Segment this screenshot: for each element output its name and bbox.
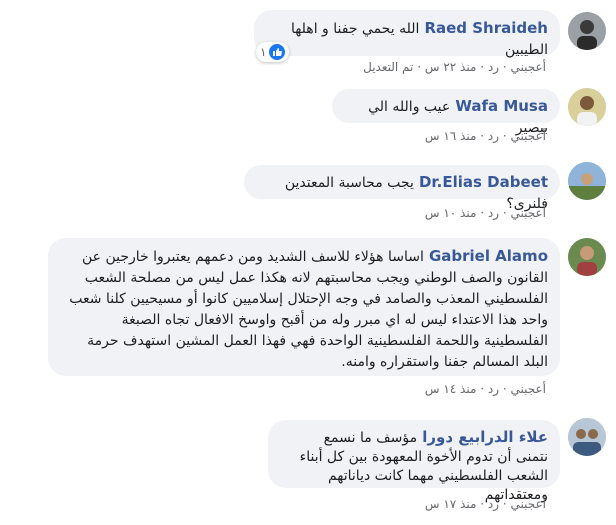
comment-meta: أعجبني · رد · منذ ١٠ س: [424, 206, 546, 220]
avatar[interactable]: [568, 12, 606, 50]
comment-meta: أعجبني · رد · منذ ٢٢ س · تم التعديل: [363, 60, 546, 74]
comment-meta: أعجبني · رد · منذ ١٦ س: [424, 129, 546, 143]
timestamp[interactable]: منذ ١٦ س: [425, 129, 477, 143]
reaction-badge[interactable]: ١: [256, 42, 290, 62]
reaction-count: ١: [260, 45, 267, 59]
comment-bubble: علاء الدرابيع دورا مؤسف ما نسمع نتمنى أن…: [268, 420, 560, 503]
timestamp[interactable]: منذ ١٤ س: [425, 382, 477, 396]
comment-meta: أعجبني · رد · منذ ١٧ س: [424, 497, 546, 511]
avatar[interactable]: [568, 418, 606, 456]
comment-author[interactable]: Wafa Musa: [455, 97, 548, 115]
avatar[interactable]: [568, 238, 606, 276]
reply-link[interactable]: رد: [488, 129, 499, 143]
timestamp[interactable]: منذ ٢٢ س: [425, 60, 477, 74]
avatar[interactable]: [568, 88, 606, 126]
comment-bubble: Raed Shraideh الله يحمي جفنا و اهلها الط…: [254, 10, 560, 58]
comment-meta: أعجبني · رد · منذ ١٤ س: [424, 382, 546, 396]
comment-author[interactable]: علاء الدرابيع دورا: [422, 428, 548, 446]
comment-bubble: Wafa Musa عيب والله الي بيصير: [332, 89, 560, 136]
comment-author[interactable]: Dr.Elias Dabeet: [419, 173, 548, 191]
timestamp[interactable]: منذ ١٧ س: [425, 497, 477, 511]
comment-bubble: Dr.Elias Dabeet يجب محاسبة المعتدين فلنر…: [244, 165, 560, 212]
comment-author[interactable]: Raed Shraideh: [424, 19, 548, 37]
like-link[interactable]: أعجبني: [511, 129, 546, 143]
like-link[interactable]: أعجبني: [511, 497, 546, 511]
reply-link[interactable]: رد: [488, 382, 499, 396]
comment-author[interactable]: Gabriel Alamo: [429, 247, 548, 265]
reply-link[interactable]: رد: [488, 60, 499, 74]
like-link[interactable]: أعجبني: [511, 206, 546, 220]
like-link[interactable]: أعجبني: [511, 60, 546, 74]
like-icon: [269, 44, 286, 60]
reply-link[interactable]: رد: [488, 206, 499, 220]
edited-label[interactable]: تم التعديل: [363, 60, 413, 74]
avatar[interactable]: [568, 162, 606, 200]
timestamp[interactable]: منذ ١٠ س: [425, 206, 477, 220]
comment-text: اساسا هؤلاء للاسف الشديد ومن دعمهم يعتبر…: [69, 249, 548, 370]
like-link[interactable]: أعجبني: [511, 382, 546, 396]
comment-bubble: Gabriel Alamo اساسا هؤلاء للاسف الشديد و…: [48, 238, 560, 376]
comment-text: مؤسف ما نسمع: [323, 430, 418, 446]
reply-link[interactable]: رد: [488, 497, 499, 511]
